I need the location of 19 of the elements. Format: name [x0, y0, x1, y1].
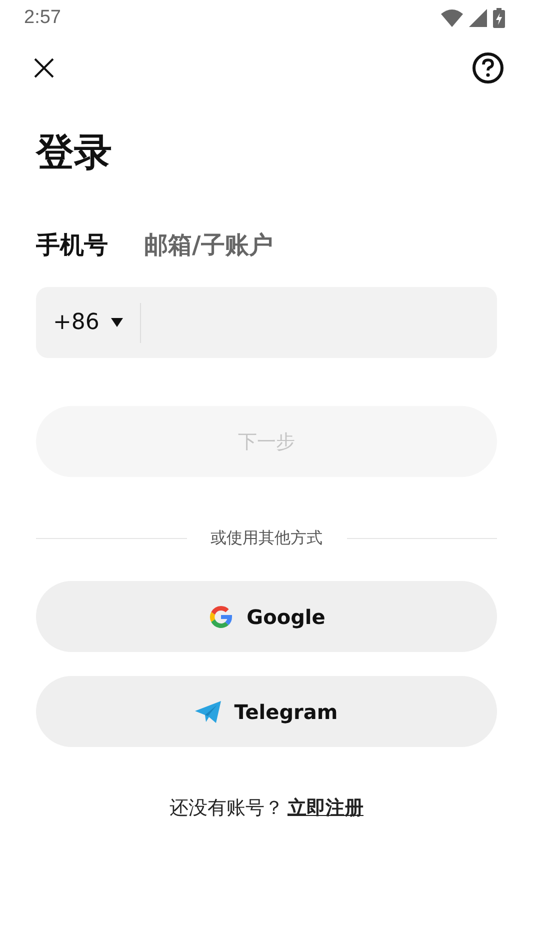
wifi-icon — [441, 9, 463, 27]
country-code-dropdown[interactable]: +86 — [36, 310, 140, 335]
caret-icon — [111, 318, 124, 327]
phone-input-field[interactable]: +86 — [36, 287, 497, 358]
close-icon[interactable] — [34, 58, 54, 78]
battery-icon — [493, 8, 505, 28]
register-link[interactable]: 立即注册 — [288, 797, 364, 819]
page-title: 登录 — [36, 129, 113, 176]
status-time: 2:57 — [23, 7, 61, 29]
signal-icon — [469, 9, 487, 27]
footer-text: 还没有账号？ — [170, 797, 284, 819]
telegram-button[interactable]: Telegram — [36, 676, 497, 747]
tab[interactable]: 手机号 — [36, 229, 108, 261]
divider-text: 或使用其他方式 — [210, 528, 322, 548]
google-icon — [208, 604, 234, 630]
tab[interactable]: 邮箱/子账户 — [144, 229, 273, 261]
help-icon[interactable] — [472, 52, 504, 84]
paper-plane-icon — [195, 700, 222, 722]
google-button[interactable]: Google — [36, 581, 497, 652]
